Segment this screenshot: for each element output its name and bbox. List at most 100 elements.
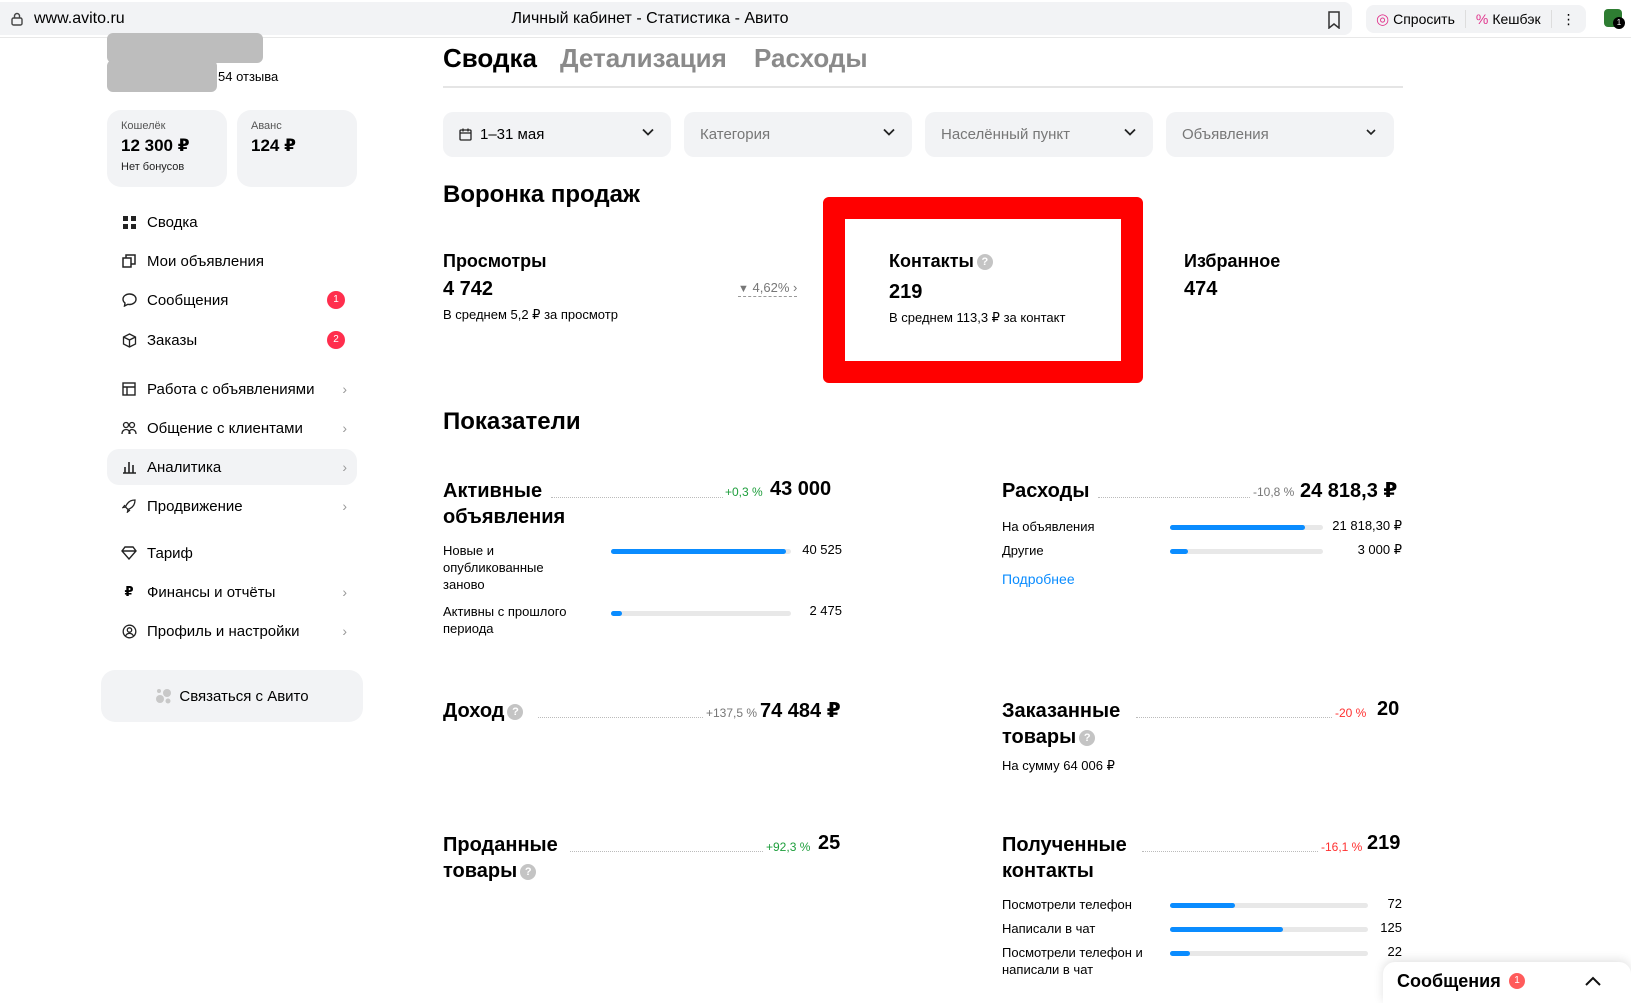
sidebar-item-finance[interactable]: ₽ Финансы и отчёты › — [107, 574, 357, 610]
sidebar-item-label: Общение с клиентами — [147, 419, 303, 437]
orders-badge: 2 — [327, 331, 345, 349]
sidebar-item-label: Сводка — [147, 213, 198, 231]
progress-bar — [1170, 903, 1368, 908]
progress-fill — [1170, 927, 1283, 932]
sidebar-item-tariff[interactable]: Тариф — [107, 535, 357, 571]
progress-bar — [611, 549, 791, 554]
messages-panel-label: Сообщения — [1397, 971, 1501, 991]
cashback-button[interactable]: % Кешбэк — [1472, 11, 1545, 27]
sidebar-item-label: Продвижение — [147, 497, 243, 515]
row-value: 72 — [1387, 896, 1402, 911]
ordered-value: 20 — [1377, 698, 1400, 720]
conversion-value: 4,62% — [752, 280, 790, 295]
more-menu-button[interactable]: ⋮ — [1558, 11, 1580, 28]
expenses-title: Расходы — [1002, 480, 1090, 502]
expenses-value: 24 818,3 ₽ — [1300, 480, 1398, 502]
help-icon[interactable]: ? — [507, 703, 524, 720]
income-value: 74 484 ₽ — [760, 700, 841, 722]
received-contacts-title-line2: контакты — [1002, 860, 1094, 882]
ordered-title-line2: товары — [1002, 726, 1077, 748]
sidebar-item-analytics[interactable]: Аналитика › — [107, 449, 357, 485]
ask-button[interactable]: ◎ Спросить — [1372, 10, 1459, 28]
sidebar-item-profile[interactable]: Профиль и настройки › — [107, 613, 357, 649]
row-value: 3 000 ₽ — [1357, 542, 1402, 557]
box-icon — [121, 332, 137, 348]
sidebar-item-label: Тариф — [147, 544, 193, 562]
extension-badge: 1 — [1613, 17, 1625, 29]
chevron-right-icon: › — [342, 584, 347, 600]
wallet-card[interactable]: Кошелёк 12 300 ₽ Нет бонусов — [107, 110, 227, 187]
received-contacts-value: 219 — [1367, 832, 1401, 854]
ask-icon: ◎ — [1376, 11, 1390, 28]
profile-rating-blurred — [107, 60, 217, 92]
advance-card[interactable]: Аванс 124 ₽ — [237, 110, 357, 187]
row-value: 21 818,30 ₽ — [1332, 518, 1402, 533]
user-icon — [121, 623, 137, 639]
date-range-value: 1–31 мая — [480, 126, 545, 143]
active-ads-title-line2: объявления — [443, 506, 566, 528]
received-contacts-change: -16,1 % — [1321, 840, 1363, 854]
sidebar-item-ads-work[interactable]: Работа с объявлениями › — [107, 371, 357, 407]
browser-actions: ◎ Спросить % Кешбэк ⋮ — [1366, 5, 1586, 33]
chevron-up-icon[interactable] — [1583, 972, 1603, 990]
wallet-label: Кошелёк — [121, 120, 166, 132]
sidebar-item-promotion[interactable]: Продвижение › — [107, 488, 357, 524]
indicators-title: Показатели — [443, 408, 581, 435]
help-icon[interactable]: ? — [520, 863, 537, 880]
grid-icon — [121, 214, 137, 230]
progress-bar — [1170, 927, 1368, 932]
row-value: 22 — [1387, 944, 1402, 959]
chart-icon — [121, 459, 137, 475]
tab-summary[interactable]: Сводка — [443, 43, 537, 74]
row-label: Написали в чат — [1002, 921, 1096, 936]
active-ads-title: Активные объявления — [443, 478, 565, 530]
sidebar-item-messages[interactable]: Сообщения 1 — [107, 282, 357, 318]
diamond-icon — [121, 545, 137, 561]
bookmark-icon[interactable] — [1327, 11, 1341, 29]
progress-fill — [1170, 549, 1189, 554]
more-dots-icon: ⋮ — [1561, 10, 1576, 27]
ordered-sum: На сумму 64 006 ₽ — [1002, 758, 1115, 773]
sidebar-item-label: Заказы — [147, 331, 198, 349]
views-label: Просмотры — [443, 251, 547, 271]
conversion-rate[interactable]: ▼ 4,62% › — [738, 280, 798, 297]
address-bar[interactable]: www.avito.ru Личный кабинет - Статистика… — [0, 2, 1352, 35]
sidebar-item-summary[interactable]: Сводка — [107, 204, 357, 240]
active-ads-change: +0,3 % — [725, 485, 763, 499]
sidebar-item-label: Финансы и отчёты — [147, 583, 276, 601]
sidebar-item-clients[interactable]: Общение с клиентами › — [107, 410, 357, 446]
divider — [1550, 10, 1552, 28]
tab-expenses[interactable]: Расходы — [754, 43, 868, 74]
funnel-filter-icon: ▼ — [738, 283, 749, 295]
received-contacts-title-line1: Полученные — [1002, 834, 1127, 856]
contact-avito-label: Связаться с Авито — [179, 687, 309, 705]
category-select[interactable]: Категория — [684, 112, 912, 157]
ads-select[interactable]: Объявления — [1166, 112, 1394, 157]
expenses-change: -10,8 % — [1253, 485, 1295, 499]
sidebar-item-my-ads[interactable]: Мои объявления — [107, 243, 357, 279]
row-value: 2 475 — [809, 603, 842, 618]
chevron-right-icon: › — [342, 381, 347, 397]
messages-badge: 1 — [1509, 973, 1525, 989]
wallet-value: 12 300 ₽ — [121, 136, 190, 155]
sidebar-item-orders[interactable]: Заказы 2 — [107, 322, 357, 358]
views-value: 4 742 — [443, 278, 494, 300]
income-title: Доход? — [443, 698, 524, 724]
unread-badge: 1 — [327, 291, 345, 309]
reviews-count[interactable]: 54 отзыва — [218, 69, 278, 84]
contact-avito-button[interactable]: Связаться с Авито — [101, 670, 363, 722]
chevron-right-icon: › — [793, 280, 798, 295]
date-range-select[interactable]: 1–31 мая — [443, 112, 671, 157]
tab-details[interactable]: Детализация — [560, 43, 727, 74]
city-select[interactable]: Населённый пункт — [925, 112, 1153, 157]
sidebar-item-label: Мои объявления — [147, 252, 264, 270]
city-placeholder: Населённый пункт — [941, 126, 1071, 143]
ask-label: Спросить — [1393, 11, 1455, 27]
row-label: Посмотрели телефон и написали в чат — [1002, 945, 1143, 977]
avito-logo-icon — [156, 689, 172, 704]
row-value: 125 — [1380, 920, 1402, 935]
expenses-more-link[interactable]: Подробнее — [1002, 571, 1075, 587]
messages-panel[interactable]: Сообщения 1 — [1383, 962, 1631, 1003]
progress-fill — [1170, 525, 1305, 530]
help-icon[interactable]: ? — [1079, 729, 1096, 746]
